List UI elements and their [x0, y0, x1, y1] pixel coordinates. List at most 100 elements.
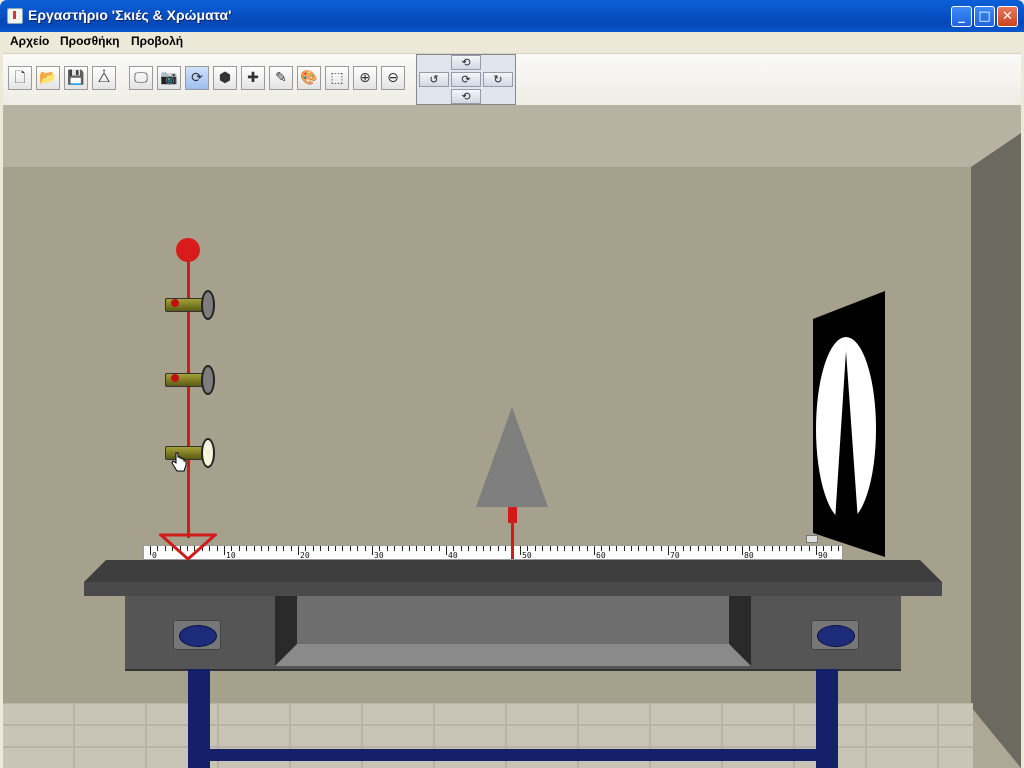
select-frame-icon: ⬚ [330, 70, 344, 86]
rotate-right-icon: ↻ [493, 73, 503, 86]
ruler-label: 80 [744, 551, 754, 560]
zoom-in-button[interactable]: ⊕ [353, 66, 377, 90]
menu-add[interactable]: Προσθήκη [60, 34, 119, 48]
nav-rotate-right-button[interactable]: ↻ [483, 72, 513, 87]
ruler-tick [830, 546, 832, 551]
table-drawer [275, 596, 751, 666]
ruler-tick [327, 546, 329, 551]
ruler-tick [742, 546, 743, 555]
ruler-tick [253, 546, 255, 551]
projection-screen[interactable] [813, 291, 885, 557]
ruler-tick [150, 546, 151, 555]
lamp-lens-off [201, 365, 215, 395]
close-button[interactable]: ✕ [997, 6, 1018, 27]
ruler-tick [668, 546, 669, 555]
3d-box-button[interactable]: ⬢ [213, 66, 237, 90]
reset-view-icon: ⟳ [461, 73, 471, 86]
monitor-view-button[interactable]: 🖵 [129, 66, 153, 90]
properties-icon: ⧊ [97, 70, 111, 86]
ruler-tick [682, 546, 684, 551]
ruler-tick [557, 546, 558, 551]
lamp-stand-top[interactable] [176, 238, 200, 262]
add-button[interactable]: ✚ [241, 66, 265, 90]
ruler-tick [712, 546, 714, 551]
ruler-label: 0 [152, 551, 157, 560]
menu-file[interactable]: Αρχείο [10, 34, 49, 48]
right-wall [971, 133, 1021, 768]
drawer-interior [297, 596, 729, 644]
table-stretcher [207, 749, 827, 761]
ruler-tick [594, 546, 595, 555]
rotate-scene-icon: ⟳ [191, 70, 203, 86]
3d-scene-viewport[interactable]: 0 10 20 30 40 50 60 70 80 90 [3, 105, 1021, 768]
ruler-label: 30 [374, 551, 384, 560]
ruler-tick [409, 546, 410, 551]
ruler-tick [246, 546, 248, 551]
lamp-marker [171, 299, 179, 307]
ruler-tick [638, 546, 640, 551]
nav-rotate-up-button[interactable]: ⟲ [451, 55, 481, 70]
pencil-button[interactable]: ✎ [269, 66, 293, 90]
ruler-tick [357, 546, 359, 551]
rotate-scene-button[interactable]: ⟳ [185, 66, 209, 90]
lamp-1[interactable] [165, 290, 215, 320]
save-button[interactable]: 💾 [64, 66, 88, 90]
ruler-label: 70 [670, 551, 680, 560]
ruler-tick [801, 546, 803, 551]
lamp-2[interactable] [165, 365, 215, 395]
nav-rotate-left-button[interactable]: ↺ [419, 72, 449, 87]
camera-icon: 📷 [160, 70, 178, 86]
ruler-tick [224, 546, 225, 555]
ruler-tick [372, 546, 373, 555]
app-window: Εργαστήριο 'Σκιές & Χρώματα' _ □ ✕ Αρχεί… [0, 0, 1024, 768]
menu-view[interactable]: Προβολή [131, 34, 183, 48]
nav-rotate-down-button[interactable]: ⟲ [451, 89, 481, 104]
ruler-tick [764, 546, 766, 551]
ruler-tick [542, 546, 544, 551]
drawer-knob [173, 620, 221, 650]
title-bar[interactable]: Εργαστήριο 'Σκιές & Χρώματα' _ □ ✕ [0, 0, 1024, 32]
lamp-marker [171, 374, 179, 382]
ceiling [3, 105, 1021, 167]
navigation-pad: ⟲ ↺ ⟳ ↻ ⟲ [416, 54, 516, 105]
cone-holder[interactable] [508, 507, 517, 523]
zoom-out-button[interactable]: ⊖ [381, 66, 405, 90]
lamp-stand-base[interactable] [159, 533, 217, 561]
ruler-tick [401, 546, 403, 551]
ruler-tick [719, 546, 721, 551]
palette-button[interactable]: 🎨 [297, 66, 321, 90]
ruler-tick [579, 546, 581, 551]
ruler-tick [268, 546, 270, 551]
ruler-tick [505, 546, 507, 551]
ruler-tick [312, 546, 314, 551]
zoom-out-icon: ⊖ [387, 70, 399, 86]
ruler-tick [298, 546, 299, 555]
table-body [125, 596, 901, 671]
open-folder-button[interactable]: 📂 [36, 66, 60, 90]
rotate-down-icon: ⟲ [461, 90, 471, 103]
nav-reset-button[interactable]: ⟳ [451, 72, 481, 87]
ruler-tick [416, 546, 418, 551]
new-file-button[interactable]: 🗋 [8, 66, 32, 90]
drawer-floor [275, 644, 751, 666]
ruler-tick [705, 546, 706, 551]
ruler-tick [771, 546, 773, 551]
lamp-lens-off [201, 290, 215, 320]
ruler-tick [660, 546, 662, 551]
shadow-pattern [816, 337, 876, 521]
select-frame-button[interactable]: ⬚ [325, 66, 349, 90]
ruler-tick [564, 546, 566, 551]
ruler-tick [423, 546, 425, 551]
ruler-tick [497, 546, 499, 551]
ruler-tick [520, 546, 521, 555]
properties-button[interactable]: ⧊ [92, 66, 116, 90]
minimize-button[interactable]: _ [951, 6, 972, 27]
camera-button[interactable]: 📷 [157, 66, 181, 90]
ruler-label: 60 [596, 551, 606, 560]
cone-stand[interactable] [511, 523, 514, 559]
ruler-tick [779, 546, 780, 551]
ruler-tick [793, 546, 795, 551]
add-icon: ✚ [247, 70, 259, 86]
maximize-button[interactable]: □ [974, 6, 995, 27]
window-title: Εργαστήριο 'Σκιές & Χρώματα' [28, 7, 232, 23]
